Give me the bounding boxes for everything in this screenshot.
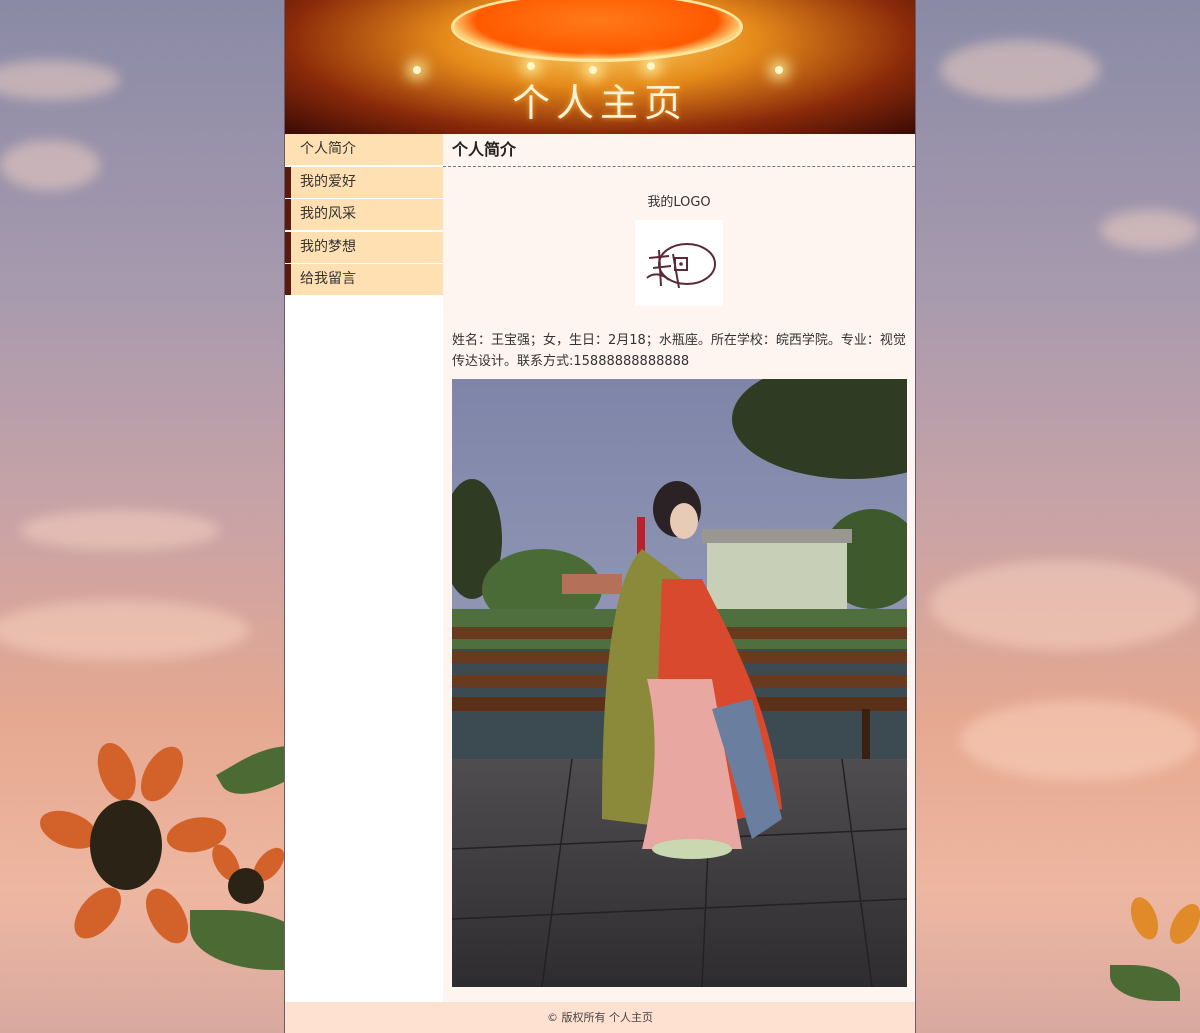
site-title: 个人主页 <box>511 81 688 125</box>
main-content: 个人简介 我的LOGO 姓名：王宝强；女，生日：2月18；水瓶座。所在学校：皖西… <box>442 134 972 1002</box>
profile-photo <box>442 359 972 988</box>
copyright-text: © 版权所有 个人主页 <box>547 1011 653 1024</box>
cloud-decoration <box>0 600 250 660</box>
sidebar-item-gallery[interactable]: 我的风采 <box>285 199 443 230</box>
content-heading: 个人简介 <box>443 134 915 167</box>
cloud-decoration <box>0 140 100 190</box>
sidebar-nav: 个人简介 我的爱好 我的风采 我的梦想 给我留言 <box>285 134 443 297</box>
sidebar-item-dreams[interactable]: 我的梦想 <box>285 231 443 263</box>
cloud-decoration <box>0 60 120 100</box>
cloud-decoration <box>930 560 1200 650</box>
header-banner: 个人主页 <box>285 0 915 134</box>
logo-image <box>635 220 723 306</box>
intro-text: 姓名：王宝强；女，生日：2月18；水瓶座。所在学校：皖西学院。专业：视觉传达设计… <box>452 333 906 369</box>
sidebar-item-profile[interactable]: 个人简介 <box>285 134 443 165</box>
cloud-decoration <box>940 40 1100 100</box>
sunflower-decoration <box>1110 893 1200 1033</box>
sidebar-item-hobbies[interactable]: 我的爱好 <box>285 166 443 198</box>
page-container: 个人主页 个人简介 我的爱好 我的风采 我的梦想 给我留言 个人简介 我的LOG… <box>284 0 972 1033</box>
cloud-decoration <box>960 700 1200 780</box>
logo-icon <box>646 243 716 289</box>
cloud-decoration <box>20 510 220 550</box>
spotlight-decoration <box>527 62 535 70</box>
sidebar-item-guestbook[interactable]: 给我留言 <box>285 264 443 295</box>
footer: © 版权所有 个人主页 <box>285 1002 915 1033</box>
ceiling-lamp-decoration <box>451 0 743 62</box>
logo-caption: 我的LOGO <box>647 195 711 210</box>
cloud-decoration <box>1100 210 1200 250</box>
spotlight-decoration <box>647 62 655 70</box>
sunflower-decoration <box>200 839 291 930</box>
